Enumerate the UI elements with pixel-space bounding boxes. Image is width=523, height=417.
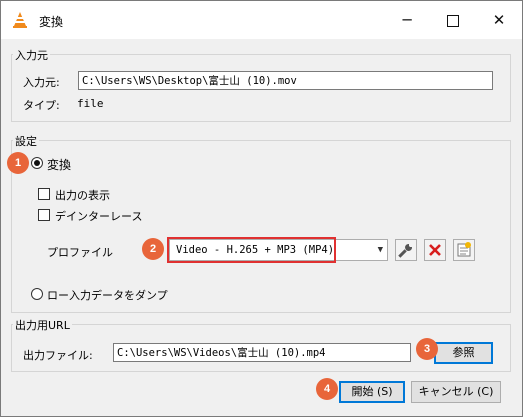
profile-label: プロファイル <box>47 246 113 259</box>
maximize-icon <box>447 14 459 27</box>
new-profile-button[interactable] <box>453 239 475 261</box>
source-group-title: 入力元 <box>13 47 50 63</box>
output-file-label: 出力ファイル: <box>23 349 93 362</box>
step-badge-4: 4 <box>316 378 338 400</box>
convert-radio-dot <box>34 160 40 166</box>
convert-label[interactable]: 変換 <box>47 156 71 173</box>
step-badge-3: 3 <box>416 338 438 360</box>
start-button[interactable]: 開始 (S) <box>339 381 405 403</box>
browse-button[interactable]: 参照 <box>434 342 493 364</box>
settings-group-title: 設定 <box>13 133 39 149</box>
minimize-button[interactable]: ─ <box>384 1 430 39</box>
dump-raw-radio[interactable] <box>31 288 43 300</box>
convert-radio[interactable] <box>31 157 43 169</box>
dump-raw-label[interactable]: ロー入力データをダンプ <box>47 287 168 303</box>
maximize-button[interactable] <box>430 1 476 39</box>
source-path-field[interactable]: C:\Users\WS\Desktop\富士山 (10).mov <box>78 71 493 90</box>
chevron-down-icon: ▼ <box>377 245 383 255</box>
step-badge-2: 2 <box>142 238 164 260</box>
show-output-label[interactable]: 出力の表示 <box>55 187 110 203</box>
close-icon: ✕ <box>492 11 506 29</box>
minimize-icon: ─ <box>402 11 412 29</box>
edit-profile-button[interactable] <box>395 239 417 261</box>
delete-icon <box>429 244 441 256</box>
delete-profile-button[interactable] <box>424 239 446 261</box>
output-group-title: 出力用URL <box>13 317 72 333</box>
source-label: 入力元: <box>23 76 60 89</box>
wrench-icon <box>398 243 413 258</box>
show-output-checkbox[interactable] <box>38 188 50 200</box>
step-badge-1: 1 <box>7 152 29 174</box>
window-title: 変換 <box>39 15 64 29</box>
vlc-cone-icon <box>13 12 27 28</box>
convert-dialog: 変換 ─ ✕ 入力元 入力元: C:\Users\WS\Desktop\富士山 … <box>0 0 523 417</box>
profile-highlight <box>167 237 336 263</box>
title-bar: 変換 ─ ✕ <box>1 1 522 39</box>
output-file-field[interactable]: C:\Users\WS\Videos\富士山 (10).mp4 <box>113 343 411 362</box>
close-button[interactable]: ✕ <box>476 1 522 39</box>
deinterlace-label[interactable]: デインターレース <box>55 208 142 224</box>
new-profile-icon <box>457 242 471 257</box>
deinterlace-checkbox[interactable] <box>38 209 50 221</box>
type-label: タイプ: <box>23 99 60 112</box>
type-value: file <box>77 97 104 110</box>
cancel-button[interactable]: キャンセル (C) <box>411 381 501 403</box>
